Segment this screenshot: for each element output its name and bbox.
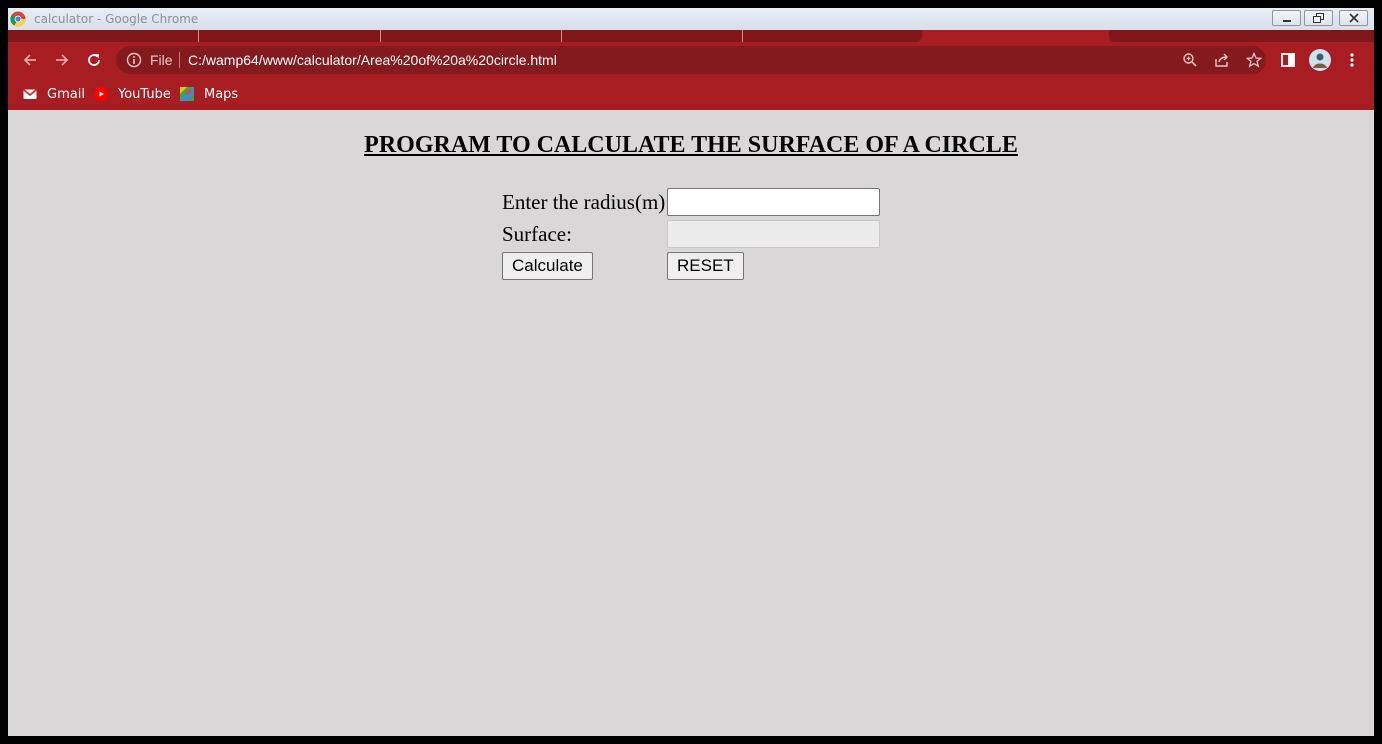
side-panel-icon: [1281, 53, 1295, 67]
share-icon[interactable]: [1214, 52, 1230, 68]
scheme-label: File: [150, 52, 173, 68]
tab-divider: [198, 30, 199, 42]
active-tab[interactable]: [924, 30, 1109, 42]
bookmark-youtube[interactable]: YouTube: [94, 84, 171, 104]
back-arrow-icon: [23, 54, 36, 66]
browser-toolbar: File C:/wamp64/www/calculator/Area%20of%…: [8, 42, 1374, 78]
back-button[interactable]: [18, 48, 42, 72]
page-title: PROGRAM TO CALCULATE THE SURFACE OF A CI…: [364, 132, 1018, 158]
bookmark-star-icon[interactable]: [1246, 52, 1262, 68]
tab-divider: [561, 30, 562, 42]
tab-divider: [742, 30, 743, 42]
inactive-tabs[interactable]: [8, 30, 922, 42]
youtube-icon: [94, 87, 108, 101]
omnibox-divider: [179, 52, 180, 68]
url-text[interactable]: C:/wamp64/www/calculator/Area%20of%20a%2…: [188, 52, 557, 68]
close-window-button[interactable]: [1339, 10, 1368, 26]
radius-input[interactable]: [667, 188, 880, 216]
tab-strip[interactable]: [8, 30, 1374, 42]
minimize-icon: [1282, 20, 1291, 22]
window-title: calculator - Google Chrome: [34, 12, 199, 26]
zoom-icon[interactable]: [1182, 52, 1198, 68]
info-icon[interactable]: [126, 52, 142, 68]
bookmark-maps[interactable]: Maps: [180, 84, 238, 104]
chrome-icon: [10, 11, 26, 27]
bookmark-label: Gmail: [47, 86, 85, 102]
maps-icon: [180, 87, 194, 101]
title-bar: calculator - Google Chrome: [8, 8, 1374, 30]
radius-label: Enter the radius(m):: [502, 190, 672, 214]
profile-button[interactable]: [1308, 48, 1332, 72]
bookmark-label: YouTube: [118, 86, 171, 102]
gmail-icon: [23, 89, 37, 99]
forward-arrow-icon: [56, 54, 69, 66]
surface-label: Surface:: [502, 222, 572, 246]
bookmark-label: Maps: [204, 86, 239, 102]
calculate-button[interactable]: Calculate: [502, 252, 593, 280]
bookmarks-bar: Gmail YouTube Maps: [8, 78, 1374, 110]
side-panel-button[interactable]: [1276, 48, 1300, 72]
minimize-button[interactable]: [1272, 10, 1301, 26]
tab-strip-empty: [1109, 30, 1374, 42]
reload-button[interactable]: [82, 48, 106, 72]
restore-icon: [1312, 13, 1324, 23]
forward-button[interactable]: [50, 48, 74, 72]
browser-window: calculator - Google Chrome File C:/wamp6…: [8, 8, 1374, 736]
reload-icon: [88, 54, 100, 66]
page-content: PROGRAM TO CALCULATE THE SURFACE OF A CI…: [8, 110, 1374, 736]
restore-button[interactable]: [1304, 10, 1333, 26]
surface-output: [667, 220, 880, 248]
close-icon: [1348, 13, 1359, 23]
menu-button[interactable]: [1340, 48, 1364, 72]
address-bar[interactable]: File C:/wamp64/www/calculator/Area%20of%…: [116, 46, 1266, 74]
bookmark-gmail[interactable]: Gmail: [23, 84, 85, 104]
avatar: [1309, 49, 1331, 71]
kebab-menu-icon: [1350, 53, 1354, 67]
tab-divider: [380, 30, 381, 42]
reset-button[interactable]: RESET: [667, 252, 744, 280]
